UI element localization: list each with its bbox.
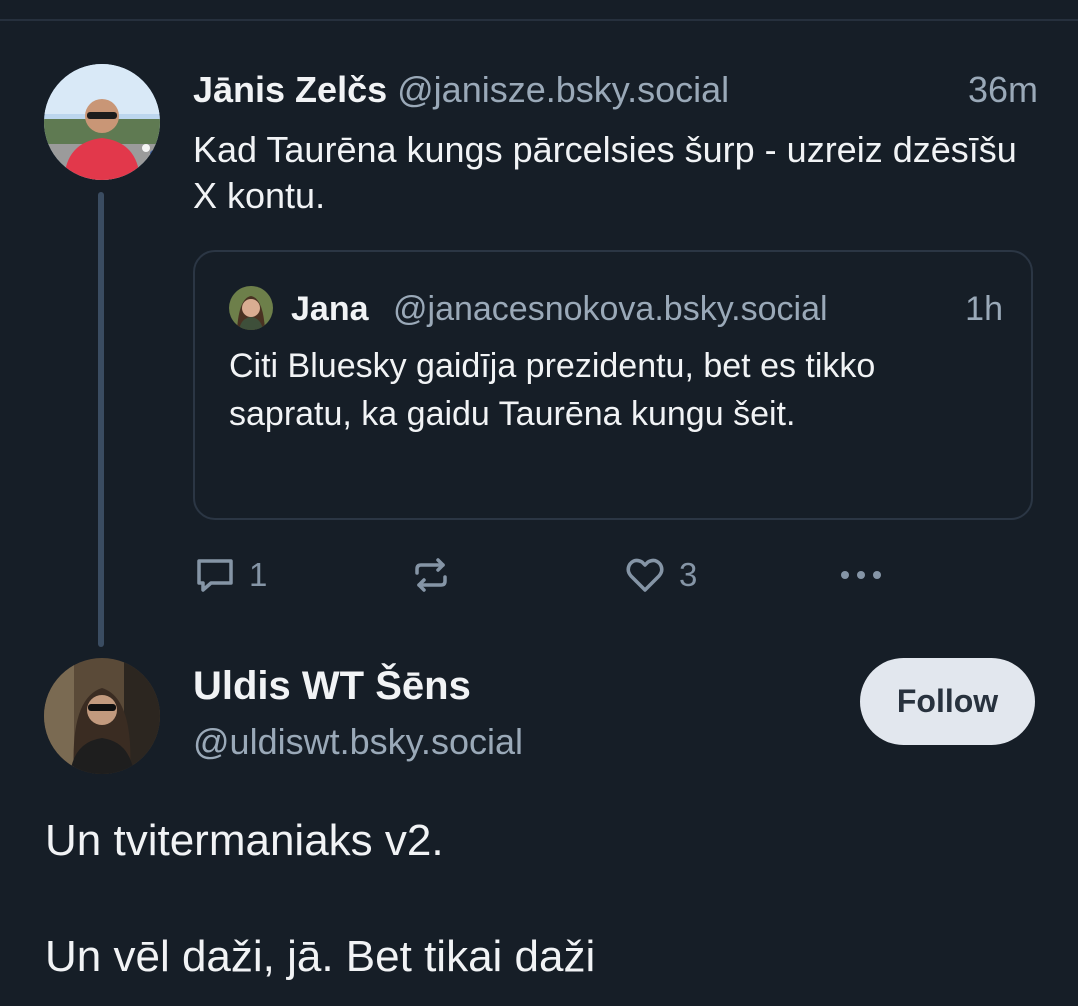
like-button[interactable]: 3 [623, 550, 697, 600]
more-dots-icon [835, 553, 887, 597]
reply-author-name[interactable]: Uldis WT Šēns [193, 662, 471, 710]
thread-line [98, 192, 104, 647]
repost-icon [409, 553, 453, 597]
post-meta: Jānis Zelčs @janisze.bsky.social 36m [193, 68, 1038, 112]
post-actions: 1 3 [193, 550, 1038, 600]
repost-button[interactable] [409, 550, 453, 600]
reply-author-handle[interactable]: @uldiswt.bsky.social [193, 720, 523, 764]
heart-icon [623, 553, 667, 597]
reply-text-line: Un vēl daži, jā. Bet tikai daži [45, 932, 596, 981]
divider [0, 19, 1078, 21]
quote-text: Citi Bluesky gaidīja prezidentu, bet es … [229, 347, 876, 433]
post-author-avatar[interactable] [44, 64, 160, 180]
quoted-post[interactable]: Jana @janacesnokova.bsky.social 1h Citi … [193, 250, 1033, 520]
thread-view: Jānis Zelčs @janisze.bsky.social 36m Kad… [0, 0, 1078, 1006]
reply-author-avatar[interactable] [44, 658, 160, 774]
quote-author-handle[interactable]: @janacesnokova.bsky.social [393, 288, 828, 330]
more-button[interactable] [835, 550, 887, 600]
reply-button[interactable]: 1 [193, 550, 267, 600]
post-text: Kad Taurēna kungs pārcelsies šurp - uzre… [193, 129, 1017, 216]
post-author-handle[interactable]: @janisze.bsky.social [397, 69, 729, 110]
quote-time[interactable]: 1h [965, 288, 1003, 330]
post-time[interactable]: 36m [968, 68, 1038, 112]
reply-text: Un tvitermaniaks v2. Un vēl daži, jā. Be… [45, 812, 1045, 986]
quote-author-name[interactable]: Jana [291, 288, 369, 330]
reply-text-line: Un tvitermaniaks v2. [45, 816, 444, 865]
quote-author-avatar [229, 286, 273, 330]
post-author-name[interactable]: Jānis Zelčs [193, 69, 387, 110]
speech-bubble-icon [193, 553, 237, 597]
reply-count: 1 [249, 556, 268, 593]
like-count: 3 [679, 556, 698, 593]
follow-button[interactable]: Follow [860, 658, 1035, 745]
